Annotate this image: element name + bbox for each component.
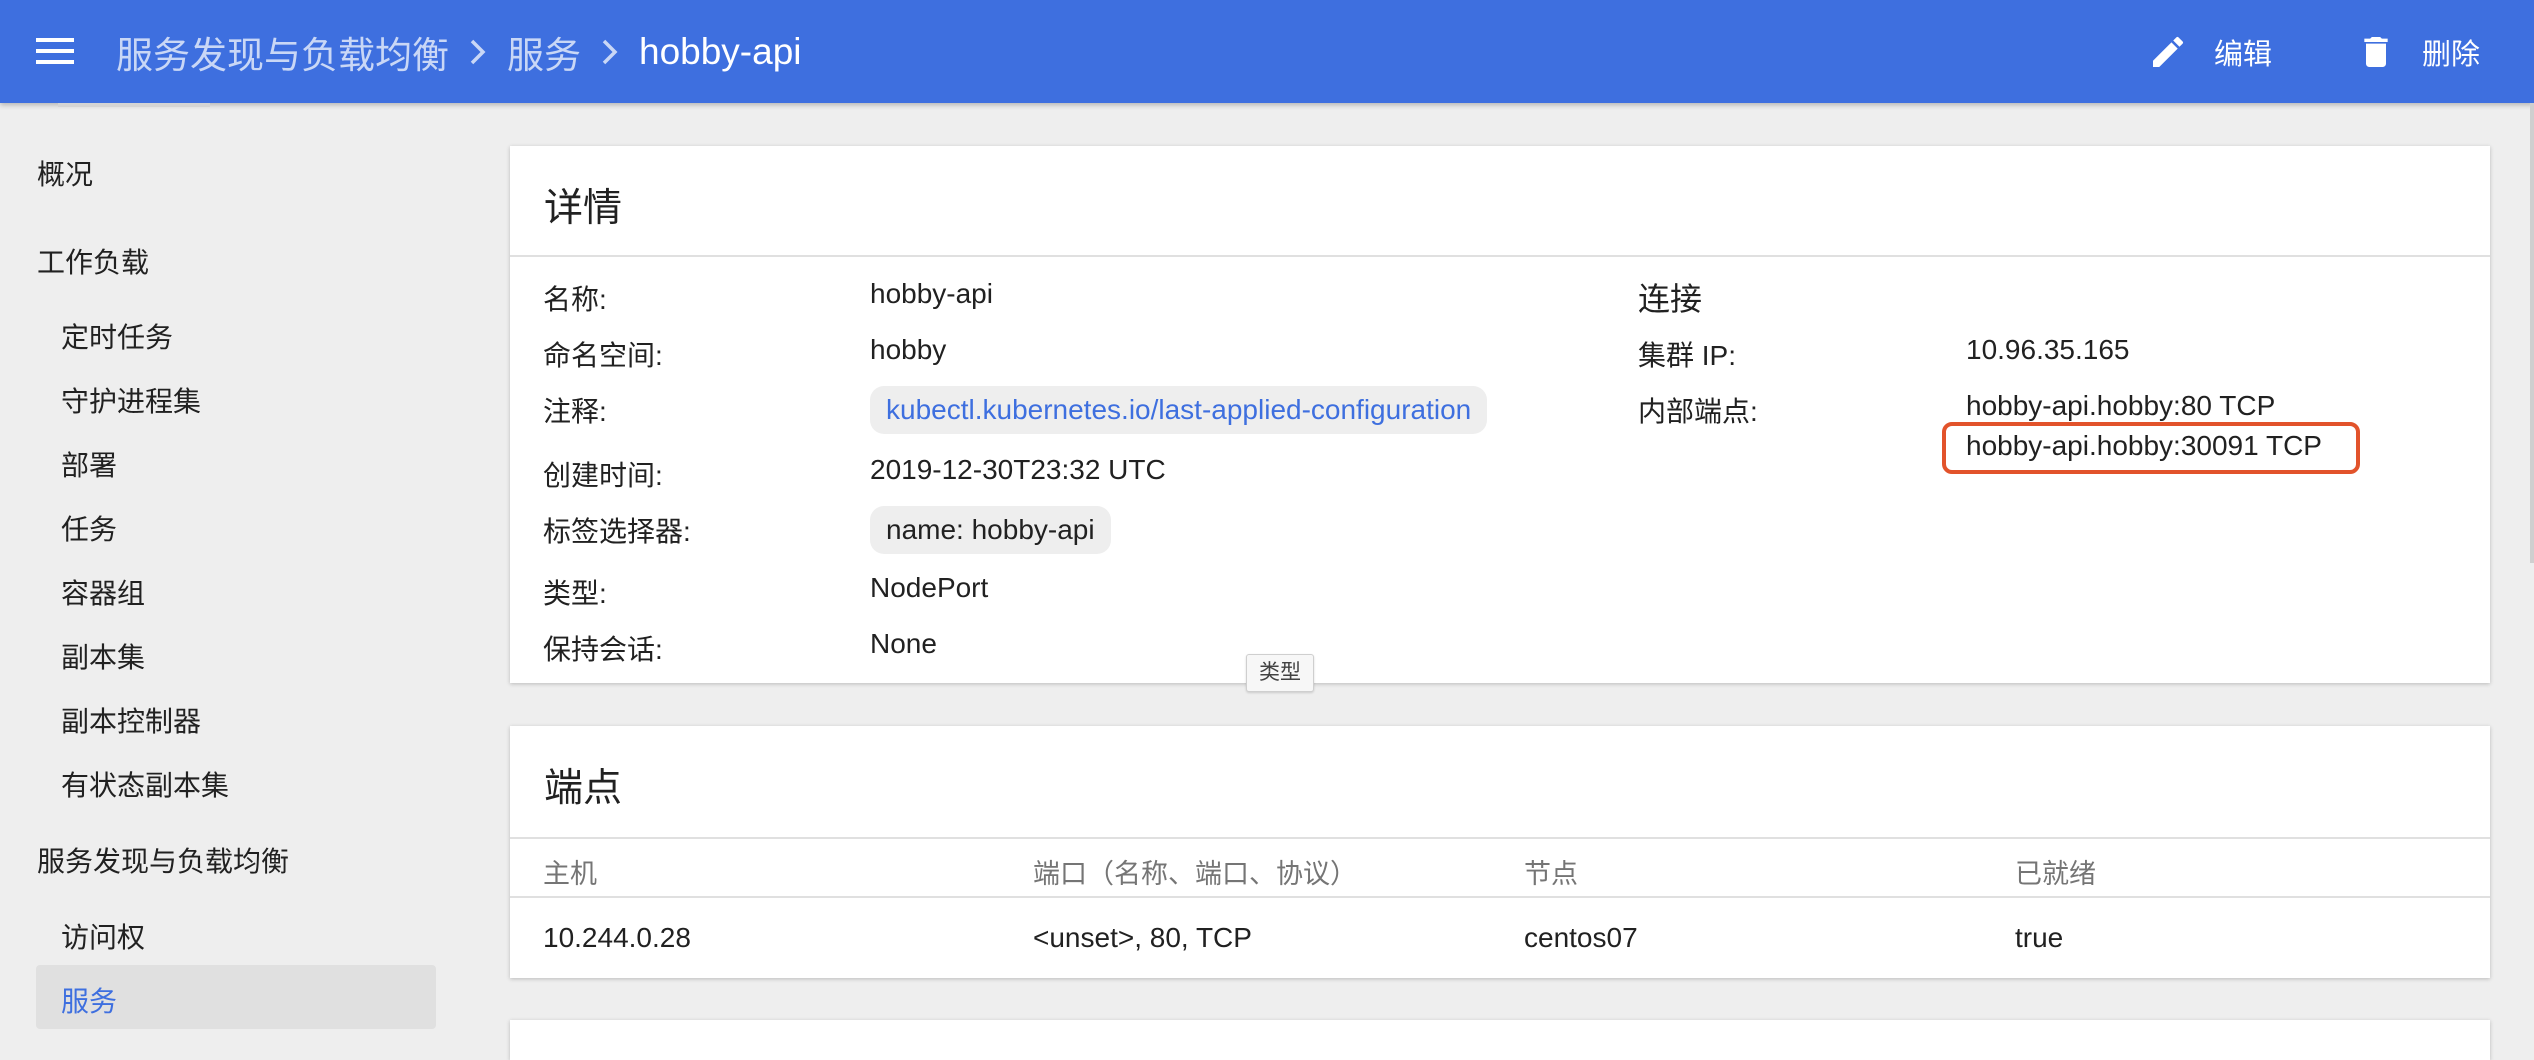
- delete-label: 删除: [2422, 38, 2481, 71]
- column-header-host[interactable]: 主机: [543, 852, 597, 891]
- cell-ports: <unset>, 80, TCP: [1033, 922, 1252, 953]
- cell-ready: true: [2015, 922, 2064, 953]
- details-title: 详情: [544, 187, 623, 230]
- divider: [510, 837, 2490, 839]
- edit-button[interactable]: 编辑: [2148, 0, 2272, 103]
- sidebar-scroll-indicator: [58, 103, 210, 107]
- sidebar-item-cronjobs[interactable]: 定时任务: [61, 316, 173, 356]
- chevron-right-icon: [601, 38, 619, 66]
- sidebar-item-statefulsets[interactable]: 有状态副本集: [61, 764, 229, 804]
- column-header-ports[interactable]: 端口（名称、端口、协议）: [1033, 852, 1357, 891]
- type-label: 类型:: [543, 578, 607, 609]
- label-selector-label: 标签选择器:: [543, 516, 691, 547]
- internal-endpoints-label: 内部端点:: [1638, 396, 1758, 427]
- cluster-ip-value: 10.96.35.165: [1966, 334, 2130, 365]
- namespace-value: hobby: [870, 334, 947, 365]
- sidebar-item-replication-controllers[interactable]: 副本控制器: [61, 700, 201, 740]
- sidebar-item-overview[interactable]: 概况: [37, 153, 93, 193]
- annotation-chip[interactable]: kubectl.kubernetes.io/last-applied-confi…: [870, 386, 1488, 434]
- sidebar-item-ingresses[interactable]: 访问权: [61, 916, 145, 956]
- pencil-icon: [2153, 36, 2184, 67]
- highlight-box: [1942, 422, 2360, 474]
- tooltip: 类型: [1246, 654, 1314, 692]
- edit-label: 编辑: [2214, 38, 2273, 71]
- cell-host: 10.244.0.28: [543, 922, 691, 953]
- next-card: [510, 1020, 2490, 1060]
- name-label: 名称:: [543, 284, 607, 315]
- sidebar-item-services-label[interactable]: 服务: [61, 980, 117, 1020]
- session-affinity-value: None: [870, 628, 937, 659]
- divider: [510, 255, 2490, 257]
- cluster-ip-label: 集群 IP:: [1638, 340, 1737, 371]
- trash-icon: [2364, 36, 2388, 67]
- breadcrumb-discovery[interactable]: 服务发现与负载均衡: [116, 25, 449, 79]
- type-value: NodePort: [870, 572, 989, 603]
- created-value: 2019-12-30T23:32 UTC: [870, 454, 1166, 485]
- delete-button[interactable]: 删除: [2356, 0, 2480, 103]
- sidebar-item-jobs[interactable]: 任务: [61, 508, 117, 548]
- column-header-ready[interactable]: 已就绪: [2015, 852, 2096, 891]
- label-selector-chip: name: hobby-api: [870, 506, 1111, 554]
- column-header-node[interactable]: 节点: [1524, 852, 1578, 891]
- connection-title: 连接: [1638, 281, 1703, 317]
- details-card: 详情 名称: hobby-api 命名空间: hobby 注释: kubectl…: [510, 146, 2490, 683]
- scrollbar[interactable]: [2530, 103, 2534, 563]
- breadcrumb: 服务发现与负载均衡 服务 hobby-api: [116, 0, 802, 103]
- cell-node: centos07: [1524, 922, 1638, 953]
- annotations-label: 注释:: [543, 396, 607, 427]
- endpoints-title: 端点: [544, 767, 623, 810]
- sidebar: 概况 工作负载 定时任务 守护进程集 部署 任务 容器组 副本集 副本控制器 有…: [0, 103, 460, 1046]
- session-affinity-label: 保持会话:: [543, 634, 663, 665]
- divider: [510, 896, 2490, 898]
- sidebar-item-pods[interactable]: 容器组: [61, 572, 145, 612]
- name-value: hobby-api: [870, 278, 993, 309]
- endpoints-card: 端点 主机 端口（名称、端口、协议） 节点 已就绪 10.244.0.28 <u…: [510, 726, 2490, 978]
- top-app-bar: 服务发现与负载均衡 服务 hobby-api 编辑 删除: [0, 0, 2534, 103]
- sidebar-item-replicasets[interactable]: 副本集: [61, 636, 145, 676]
- namespace-label: 命名空间:: [543, 340, 663, 371]
- sidebar-item-daemonsets[interactable]: 守护进程集: [61, 380, 201, 420]
- created-label: 创建时间:: [543, 460, 663, 491]
- breadcrumb-services[interactable]: 服务: [507, 25, 581, 79]
- menu-icon[interactable]: [34, 30, 76, 72]
- page-title: hobby-api: [639, 30, 802, 72]
- sidebar-item-deployments[interactable]: 部署: [61, 444, 117, 484]
- internal-endpoint: hobby-api.hobby:80 TCP: [1966, 390, 2276, 421]
- chevron-right-icon: [469, 38, 487, 66]
- sidebar-section-discovery[interactable]: 服务发现与负载均衡: [37, 840, 289, 880]
- sidebar-section-workloads[interactable]: 工作负载: [37, 241, 149, 281]
